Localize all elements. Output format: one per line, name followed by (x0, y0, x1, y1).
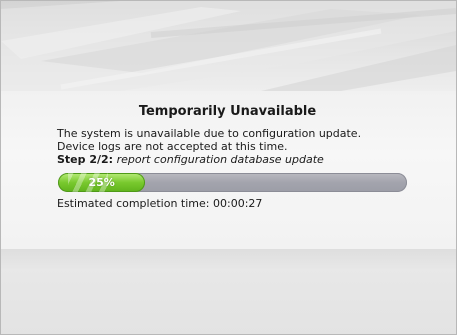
dialog-title: Temporarily Unavailable (138, 104, 317, 119)
step-line: Step 2/2: report configuration database … (57, 153, 324, 166)
status-message: The system is unavailable due to configu… (57, 127, 362, 140)
page-frame (0, 0, 457, 335)
logs-message: Device logs are not accepted at this tim… (57, 140, 288, 153)
progress-fill: 25% (58, 173, 146, 192)
estimated-time: Estimated completion time: 00:00:27 (57, 197, 263, 210)
step-label: Step 2/2: (57, 153, 114, 166)
step-description: report configuration database update (116, 153, 324, 166)
progress-percent: 25% (88, 176, 115, 189)
progress-bar: 25% (58, 173, 407, 192)
header-banner (1, 1, 456, 91)
footer-stripe (1, 249, 456, 271)
banner-graphic (1, 1, 456, 91)
